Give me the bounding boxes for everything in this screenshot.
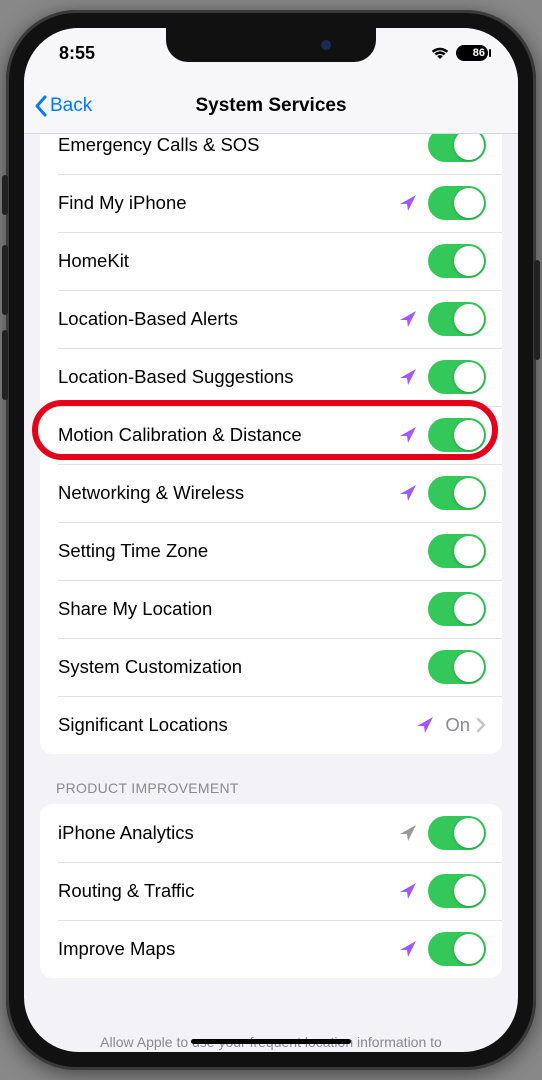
row-label: Location-Based Suggestions: [58, 366, 398, 388]
chevron-left-icon: [34, 95, 48, 117]
toggle-switch[interactable]: [428, 360, 486, 394]
volume-down: [2, 330, 8, 400]
row-label: Find My iPhone: [58, 192, 398, 214]
toggle-switch[interactable]: [428, 874, 486, 908]
row-label: Routing & Traffic: [58, 880, 398, 902]
row-label: Emergency Calls & SOS: [58, 134, 428, 156]
row-label: Significant Locations: [58, 714, 415, 736]
battery-icon: 86: [456, 45, 488, 61]
row-label: Networking & Wireless: [58, 482, 398, 504]
settings-row[interactable]: Location-Based Suggestions: [40, 348, 502, 406]
row-label: Setting Time Zone: [58, 540, 428, 562]
back-button[interactable]: Back: [34, 95, 92, 117]
settings-row[interactable]: Share My Location: [40, 580, 502, 638]
toggle-switch[interactable]: [428, 302, 486, 336]
row-label: HomeKit: [58, 250, 428, 272]
settings-row[interactable]: System Customization: [40, 638, 502, 696]
row-label: Motion Calibration & Distance: [58, 424, 398, 446]
toggle-switch[interactable]: [428, 534, 486, 568]
location-arrow-icon: [398, 367, 418, 387]
nav-bar: Back System Services: [24, 78, 518, 134]
location-arrow-icon: [398, 881, 418, 901]
settings-row[interactable]: Emergency Calls & SOS: [40, 134, 502, 174]
product-improvement-list: iPhone Analytics Routing & Traffic Impro…: [40, 804, 502, 978]
settings-row[interactable]: Routing & Traffic: [40, 862, 502, 920]
toggle-switch[interactable]: [428, 592, 486, 626]
battery-value: 86: [473, 47, 485, 59]
settings-row[interactable]: Networking & Wireless: [40, 464, 502, 522]
settings-row[interactable]: Motion Calibration & Distance: [40, 406, 502, 464]
toggle-switch[interactable]: [428, 650, 486, 684]
settings-row[interactable]: Improve Maps: [40, 920, 502, 978]
wifi-icon: [430, 46, 450, 60]
settings-row[interactable]: Setting Time Zone: [40, 522, 502, 580]
location-arrow-icon: [398, 425, 418, 445]
location-arrow-icon: [398, 193, 418, 213]
status-time: 8:55: [59, 43, 95, 64]
section-header-product-improvement: PRODUCT IMPROVEMENT: [24, 754, 518, 804]
row-label: Share My Location: [58, 598, 428, 620]
location-arrow-icon: [415, 715, 435, 735]
row-label: Location-Based Alerts: [58, 308, 398, 330]
notch: [166, 28, 376, 62]
page-title: System Services: [24, 95, 518, 117]
location-arrow-icon: [398, 823, 418, 843]
toggle-switch[interactable]: [428, 418, 486, 452]
row-label: System Customization: [58, 656, 428, 678]
location-arrow-icon: [398, 309, 418, 329]
back-label: Back: [50, 95, 92, 117]
volume-up: [2, 245, 8, 315]
settings-row[interactable]: Find My iPhone: [40, 174, 502, 232]
chevron-right-icon: [476, 717, 486, 733]
toggle-switch[interactable]: [428, 816, 486, 850]
toggle-switch[interactable]: [428, 244, 486, 278]
toggle-switch[interactable]: [428, 186, 486, 220]
settings-row[interactable]: HomeKit: [40, 232, 502, 290]
content-scroll[interactable]: Emergency Calls & SOS Find My iPhone Hom…: [24, 134, 518, 1052]
power-button: [534, 260, 540, 360]
toggle-switch[interactable]: [428, 476, 486, 510]
row-value: On: [445, 714, 470, 736]
significant-locations-row[interactable]: Significant Locations On: [40, 696, 502, 754]
mute-switch: [2, 175, 8, 215]
phone-frame: 8:55 86 Back System Services: [6, 10, 536, 1070]
toggle-switch[interactable]: [428, 932, 486, 966]
status-right: 86: [430, 45, 488, 61]
location-arrow-icon: [398, 483, 418, 503]
settings-row[interactable]: iPhone Analytics: [40, 804, 502, 862]
settings-row[interactable]: Location-Based Alerts: [40, 290, 502, 348]
toggle-switch[interactable]: [428, 134, 486, 162]
system-services-list: Emergency Calls & SOS Find My iPhone Hom…: [40, 134, 502, 754]
row-label: Improve Maps: [58, 938, 398, 960]
row-label: iPhone Analytics: [58, 822, 398, 844]
location-arrow-icon: [398, 939, 418, 959]
screen: 8:55 86 Back System Services: [24, 28, 518, 1052]
home-indicator[interactable]: [191, 1039, 351, 1044]
